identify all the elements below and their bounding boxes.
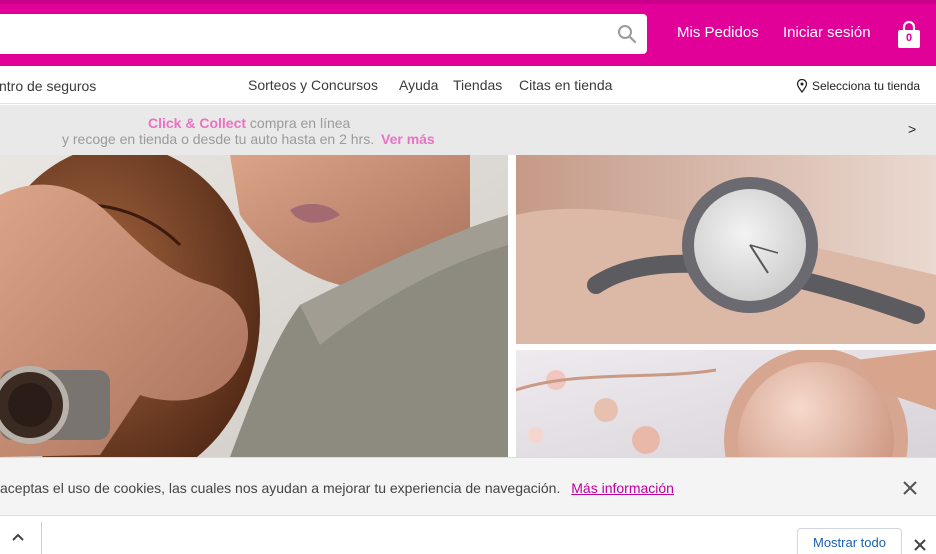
- select-store-button[interactable]: Selecciona tu tienda: [796, 79, 920, 93]
- page: Mis Pedidos Iniciar sesión 0 ntro de seg…: [0, 0, 936, 554]
- click-collect-line-2-text: y recoge en tienda o desde tu auto hasta…: [62, 131, 375, 147]
- search-box[interactable]: [0, 14, 647, 54]
- nav-stores[interactable]: Tiendas: [453, 77, 502, 93]
- hero-image-rose-gold-watch[interactable]: [516, 350, 936, 457]
- cookie-message: aceptas el uso de cookies, las cuales no…: [0, 480, 674, 496]
- download-bar-divider: [41, 522, 42, 554]
- main-nav: ntro de seguros Sorteos y Concursos Ayud…: [0, 66, 936, 104]
- login-link[interactable]: Iniciar sesión: [783, 24, 871, 41]
- close-icon[interactable]: [912, 537, 928, 553]
- man-watch-photo: [0, 155, 508, 457]
- show-all-button[interactable]: Mostrar todo: [797, 528, 902, 554]
- nav-appointments[interactable]: Citas en tienda: [519, 77, 612, 93]
- hero-image-silver-watch[interactable]: [516, 155, 936, 344]
- header-bar: Mis Pedidos Iniciar sesión 0: [0, 0, 936, 66]
- cookie-banner: aceptas el uso de cookies, las cuales no…: [0, 457, 936, 516]
- nav-raffles[interactable]: Sorteos y Concursos: [248, 77, 378, 93]
- download-bar: Mostrar todo: [0, 516, 936, 554]
- search-icon[interactable]: [617, 24, 637, 44]
- click-collect-banner: Click & Collect compra en línea y recoge…: [0, 105, 936, 155]
- banner-next-arrow[interactable]: >: [908, 121, 916, 137]
- silver-watch-photo: [516, 155, 936, 344]
- rose-gold-watch-photo: [516, 350, 936, 457]
- cookie-message-text: aceptas el uso de cookies, las cuales no…: [0, 480, 561, 496]
- click-collect-line-1: Click & Collect compra en línea: [148, 115, 350, 131]
- select-store-label: Selecciona tu tienda: [812, 79, 921, 93]
- cart-count: 0: [905, 32, 913, 44]
- chevron-up-icon[interactable]: [10, 529, 26, 545]
- nav-help[interactable]: Ayuda: [399, 77, 438, 93]
- close-icon[interactable]: [900, 478, 920, 498]
- cookie-more-info-link[interactable]: Más información: [571, 480, 674, 496]
- see-more-link[interactable]: Ver más: [381, 131, 435, 147]
- header-top-line: [0, 0, 936, 4]
- click-collect-brand: Click & Collect: [148, 115, 247, 131]
- my-orders-link[interactable]: Mis Pedidos: [677, 24, 759, 41]
- search-input[interactable]: [8, 14, 598, 54]
- location-pin-icon: [796, 79, 808, 93]
- nav-insurance-center[interactable]: ntro de seguros: [0, 78, 96, 94]
- click-collect-line-1-text: compra en línea: [249, 115, 351, 131]
- hero-image-man-watch[interactable]: [0, 155, 508, 457]
- cart-button[interactable]: 0: [896, 20, 922, 50]
- click-collect-line-2: y recoge en tienda o desde tu auto hasta…: [62, 131, 435, 147]
